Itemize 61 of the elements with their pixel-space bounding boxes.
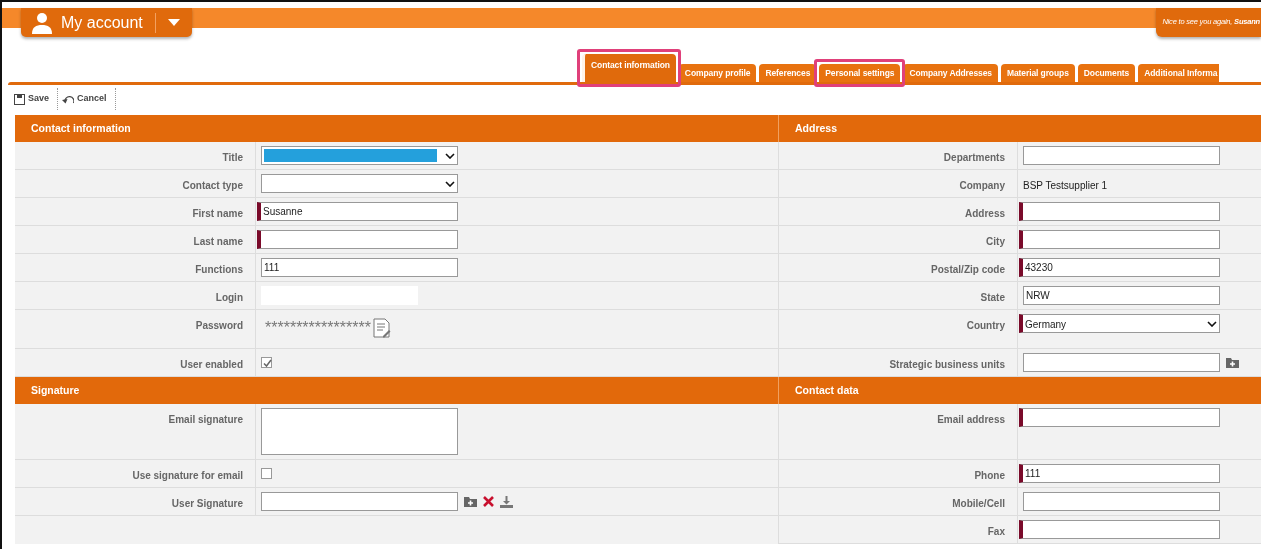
tab[interactable]: Additional Informa	[1138, 64, 1220, 82]
input-field[interactable]: NRW	[1023, 286, 1220, 305]
field-label: Email address	[778, 404, 1017, 460]
tab[interactable]: References	[759, 64, 817, 82]
tab[interactable]: Documents	[1077, 64, 1136, 82]
checkbox[interactable]	[261, 357, 272, 368]
input-field[interactable]	[1019, 230, 1220, 249]
section-header: Signature	[15, 377, 778, 404]
select-field[interactable]	[261, 174, 458, 193]
input-field[interactable]	[1019, 520, 1220, 539]
field-label: Phone	[778, 460, 1017, 488]
checkbox[interactable]	[261, 468, 272, 479]
tab[interactable]: Personal settings	[819, 64, 901, 82]
section-header: Contact information	[15, 115, 778, 142]
email-signature-field[interactable]	[261, 408, 458, 455]
chevron-down-icon	[1207, 320, 1217, 327]
input-field[interactable]	[257, 230, 458, 249]
field-label: Address	[778, 198, 1017, 226]
folder-plus-icon[interactable]	[464, 496, 477, 507]
field-label: Postal/Zip code	[778, 254, 1017, 282]
save-button[interactable]: Save	[10, 88, 59, 110]
input-field[interactable]	[1019, 408, 1220, 427]
save-icon	[14, 93, 25, 105]
tab[interactable]: Company Addresses	[903, 64, 998, 82]
password-mask: *****************	[265, 320, 371, 336]
download-icon[interactable]	[500, 495, 513, 508]
input-field[interactable]: 111	[1019, 464, 1220, 483]
account-button[interactable]: My account	[21, 8, 192, 37]
chevron-down-icon	[445, 152, 455, 159]
person-icon	[31, 11, 53, 34]
tab[interactable]: Contact information	[582, 54, 676, 82]
tab[interactable]: Company profile	[678, 64, 757, 82]
field-label: Strategic business units	[778, 349, 1017, 377]
input-field[interactable]	[1023, 146, 1220, 165]
section-header: Contact data	[778, 377, 1261, 404]
input-field[interactable]	[1023, 492, 1220, 511]
field-label: Company	[778, 170, 1017, 198]
cancel-button[interactable]: Cancel	[58, 88, 116, 110]
input-field[interactable]: 43230	[1019, 258, 1220, 277]
select-field[interactable]: Germany	[1019, 314, 1220, 333]
field-label: Fax	[778, 516, 1017, 544]
field-label: Country	[778, 310, 1017, 349]
field-label: State	[778, 282, 1017, 310]
input-field[interactable]: 111	[261, 258, 458, 277]
field-label: Mobile/Cell	[778, 488, 1017, 516]
close-icon[interactable]	[483, 496, 494, 507]
input-field[interactable]	[1023, 353, 1220, 372]
company-value: BSP Testsupplier 1	[1023, 179, 1108, 193]
edit-document-icon[interactable]	[372, 318, 391, 338]
caret-down-icon	[167, 19, 180, 26]
chevron-down-icon	[445, 180, 455, 187]
undo-icon	[62, 94, 75, 104]
input-field[interactable]	[261, 492, 458, 511]
input-field[interactable]	[1019, 202, 1220, 221]
field-label: Departments	[778, 142, 1017, 170]
tab[interactable]: Material groups	[1000, 64, 1075, 82]
folder-plus-icon[interactable]	[1226, 357, 1239, 368]
select-field[interactable]	[261, 146, 458, 165]
section-header: Address	[778, 115, 1261, 142]
field-label: City	[778, 226, 1017, 254]
input-field[interactable]: Susanne	[257, 202, 458, 221]
